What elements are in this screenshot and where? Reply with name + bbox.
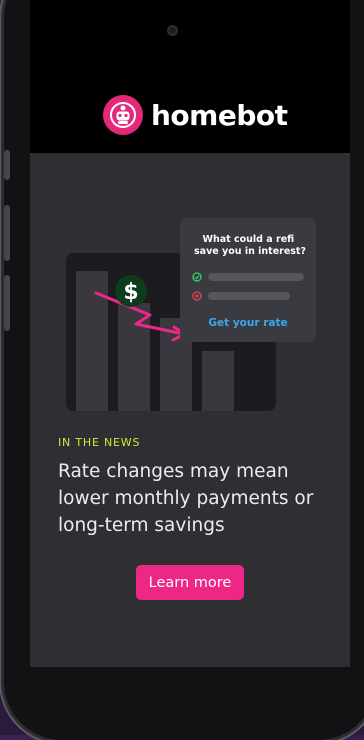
brand-name: homebot	[151, 98, 288, 132]
option-bar	[208, 292, 290, 300]
robot-icon	[103, 95, 143, 135]
news-kicker: IN THE NEWS	[58, 436, 141, 449]
phone-screen: homebot $ What could a refi save you in …	[30, 0, 350, 735]
screen-bottom-area	[30, 667, 350, 735]
front-camera	[167, 25, 178, 36]
news-headline: Rate changes may mean lower monthly paym…	[58, 461, 314, 536]
learn-more-button[interactable]: Learn more	[136, 565, 244, 600]
volume-down-button	[4, 275, 10, 331]
card-question-line: save you in interest?	[194, 246, 306, 257]
email-header: homebot	[30, 0, 350, 153]
refi-illustration: $ What could a refi save you in interest…	[66, 218, 316, 411]
news-section: $ What could a refi save you in interest…	[30, 153, 350, 667]
brand-logo: homebot	[103, 95, 288, 135]
volume-up-button	[4, 205, 10, 261]
card-question: What could a refi save you in interest?	[194, 234, 306, 257]
get-rate-link[interactable]: Get your rate	[208, 317, 287, 329]
card-question-line: What could a refi	[203, 234, 295, 245]
dollar-symbol: $	[123, 280, 138, 305]
option-bar	[208, 273, 304, 281]
mute-switch	[4, 150, 10, 180]
